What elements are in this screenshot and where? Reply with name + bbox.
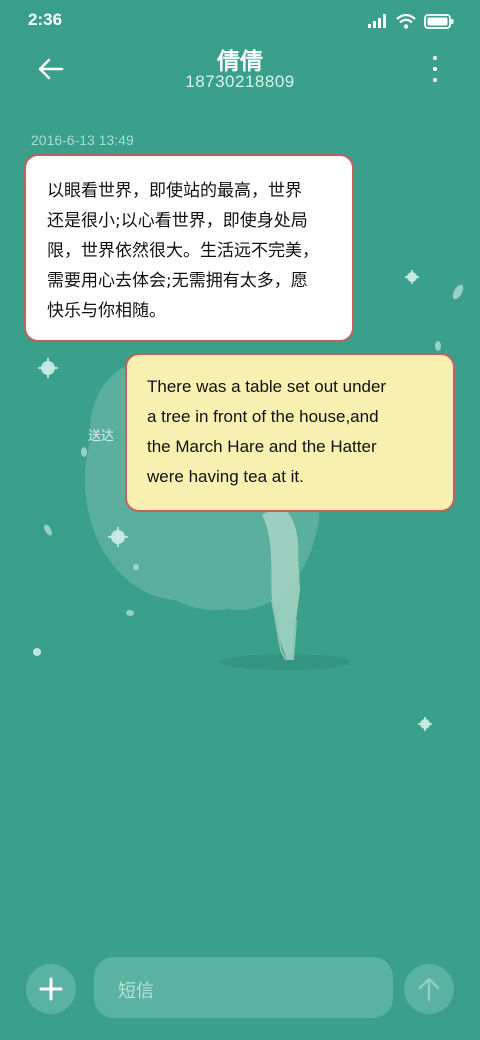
- message-line: 快乐与你相随。: [47, 301, 166, 321]
- contact-phone-number: 18730218809: [185, 72, 295, 91]
- status-time: 2:36: [28, 10, 63, 29]
- signal-icon: [368, 14, 386, 28]
- message-input[interactable]: 短信: [94, 957, 393, 1018]
- delivery-status: 送达: [88, 429, 115, 444]
- send-arrow-icon: [418, 977, 440, 1002]
- send-button[interactable]: [404, 964, 454, 1014]
- sent-message-bubble[interactable]: There was a table set out under a tree i…: [125, 353, 455, 512]
- message-line: the March Hare and the Hatter: [147, 437, 377, 456]
- wifi-icon: [396, 13, 416, 29]
- received-message-bubble[interactable]: 以眼看世界，即使站的最高，世界 还是很小;以心看世界，即使身处局 限，世界依然很…: [24, 154, 354, 342]
- message-input-placeholder: 短信: [118, 981, 154, 1002]
- message-line: a tree in front of the house,and: [147, 407, 379, 426]
- conversation-header: 倩倩 18730218809: [0, 40, 480, 100]
- add-attachment-button[interactable]: [26, 964, 76, 1014]
- status-icons: [368, 11, 454, 31]
- message-composer: 短信: [0, 955, 480, 1019]
- plus-icon: [39, 977, 63, 1001]
- status-bar: 2:36: [0, 0, 480, 40]
- message-line: 还是很小;以心看世界，即使身处局: [47, 211, 308, 231]
- message-line: 需要用心去体会;无需拥有太多，愿: [47, 271, 308, 291]
- contact-name: 倩倩: [217, 49, 263, 75]
- message-line: were having tea at it.: [147, 467, 304, 486]
- battery-icon: [424, 13, 454, 29]
- message-line: There was a table set out under: [147, 377, 387, 396]
- more-options-icon[interactable]: [430, 56, 440, 82]
- message-line: 限，世界依然很大。生活远不完美，: [47, 241, 319, 261]
- message-line: 以眼看世界，即使站的最高，世界: [47, 181, 302, 201]
- message-timestamp: 2016-6-13 13:49: [31, 132, 134, 148]
